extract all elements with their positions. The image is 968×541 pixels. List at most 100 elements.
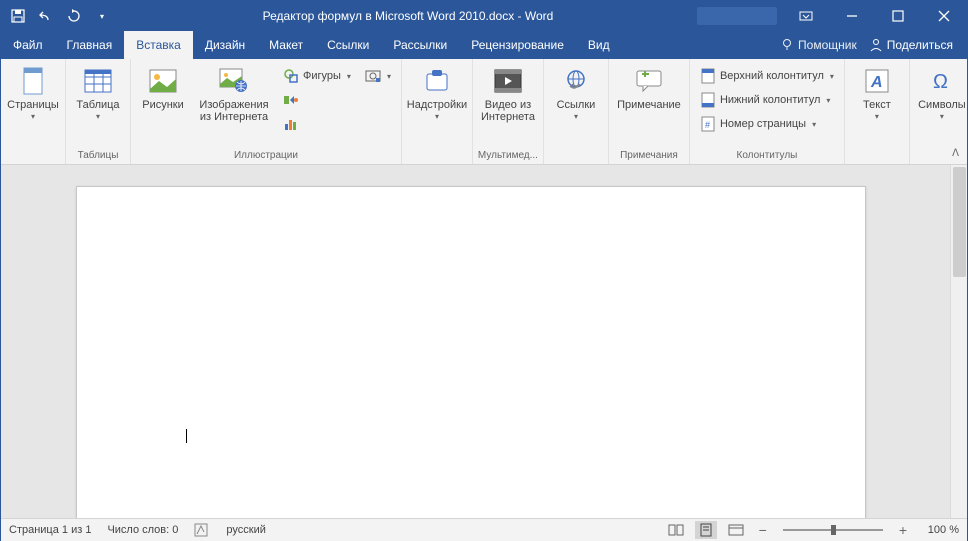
symbol-icon: Ω xyxy=(926,65,958,97)
header-button[interactable]: Верхний колонтитул ▾ xyxy=(696,65,838,87)
redo-icon[interactable] xyxy=(65,7,83,25)
pages-label: Страницы xyxy=(7,99,59,111)
close-icon[interactable] xyxy=(921,1,967,31)
comment-button[interactable]: Примечание xyxy=(613,63,685,113)
zoom-out-button[interactable]: − xyxy=(755,522,771,538)
links-label: Ссылки xyxy=(557,99,596,111)
window-controls xyxy=(783,1,967,31)
tab-review[interactable]: Рецензирование xyxy=(459,31,576,59)
group-addins: Надстройки ▾ xyxy=(402,59,473,164)
maximize-icon[interactable] xyxy=(875,1,921,31)
footer-button[interactable]: Нижний колонтитул ▾ xyxy=(696,89,838,111)
chevron-down-icon: ▾ xyxy=(347,72,351,81)
footer-icon xyxy=(700,92,716,108)
online-video-button[interactable]: Видео изИнтернета xyxy=(477,63,539,125)
group-tables: Таблица ▾ Таблицы xyxy=(66,59,131,164)
share-button[interactable]: Поделиться xyxy=(869,38,953,52)
page-number-icon: # xyxy=(700,116,716,132)
chevron-down-icon: ▾ xyxy=(826,96,830,105)
chevron-down-icon: ▾ xyxy=(435,112,439,121)
tab-references[interactable]: Ссылки xyxy=(315,31,381,59)
footer-label: Нижний колонтитул xyxy=(720,94,820,106)
page-number-button[interactable]: # Номер страницы ▾ xyxy=(696,113,838,135)
zoom-in-button[interactable]: + xyxy=(895,522,911,538)
smartart-button[interactable] xyxy=(279,89,355,111)
document-page[interactable] xyxy=(76,186,866,518)
zoom-slider-thumb[interactable] xyxy=(831,525,836,535)
comment-icon xyxy=(633,65,665,97)
document-area[interactable] xyxy=(1,165,967,518)
tab-file[interactable]: Файл xyxy=(1,31,55,59)
save-icon[interactable] xyxy=(9,7,27,25)
text-button[interactable]: A Текст ▾ xyxy=(849,63,905,123)
person-icon xyxy=(869,38,883,52)
tab-view[interactable]: Вид xyxy=(576,31,622,59)
print-layout-icon[interactable] xyxy=(695,521,717,539)
ribbon-options-icon[interactable] xyxy=(783,1,829,31)
svg-text:#: # xyxy=(705,120,710,130)
tab-insert[interactable]: Вставка xyxy=(124,31,193,59)
chart-button[interactable] xyxy=(279,113,355,135)
web-layout-icon[interactable] xyxy=(725,521,747,539)
links-button[interactable]: Ссылки ▾ xyxy=(548,63,604,123)
shapes-icon xyxy=(283,68,299,84)
tab-layout[interactable]: Макет xyxy=(257,31,315,59)
addins-label: Надстройки xyxy=(407,99,467,111)
screenshot-button[interactable]: ▾ xyxy=(361,65,395,87)
shapes-button[interactable]: Фигуры ▾ xyxy=(279,65,355,87)
group-comments-label: Примечания xyxy=(620,148,678,164)
tell-me-label: Помощник xyxy=(798,38,857,52)
undo-icon[interactable] xyxy=(37,7,55,25)
svg-text:Ω: Ω xyxy=(933,71,948,93)
pictures-button[interactable]: Рисунки xyxy=(135,63,191,113)
qat-customize-icon[interactable]: ▾ xyxy=(93,7,111,25)
chevron-down-icon: ▾ xyxy=(387,72,391,81)
table-icon xyxy=(82,65,114,97)
minimize-icon[interactable] xyxy=(829,1,875,31)
word-count[interactable]: Число слов: 0 xyxy=(107,524,178,536)
lightbulb-icon xyxy=(780,38,794,52)
pages-button[interactable]: Страницы ▾ xyxy=(5,63,61,123)
read-mode-icon[interactable] xyxy=(665,521,687,539)
page-indicator[interactable]: Страница 1 из 1 xyxy=(9,524,91,536)
online-picture-icon xyxy=(218,65,250,97)
page-icon xyxy=(17,65,49,97)
video-label-2: Интернета xyxy=(481,111,535,123)
online-pictures-label-2: из Интернета xyxy=(200,111,268,123)
chevron-down-icon: ▾ xyxy=(31,112,35,121)
video-icon xyxy=(492,65,524,97)
spellcheck-icon[interactable] xyxy=(194,523,210,537)
group-media-label: Мультимед... xyxy=(478,148,538,164)
pictures-label: Рисунки xyxy=(142,99,184,111)
collapse-ribbon-icon[interactable]: ᐱ xyxy=(948,146,963,161)
scrollbar-thumb[interactable] xyxy=(953,167,966,277)
vertical-scrollbar[interactable] xyxy=(950,165,967,518)
addins-button[interactable]: Надстройки ▾ xyxy=(406,63,468,123)
table-label: Таблица xyxy=(76,99,119,111)
group-media: Видео изИнтернета Мультимед... xyxy=(473,59,544,164)
smartart-icon xyxy=(283,92,299,108)
zoom-level[interactable]: 100 % xyxy=(919,524,959,536)
group-links: Ссылки ▾ xyxy=(544,59,609,164)
comment-label: Примечание xyxy=(617,99,681,111)
title-bar: ▾ Редактор формул в Microsoft Word 2010.… xyxy=(1,1,967,31)
chevron-down-icon: ▾ xyxy=(830,72,834,81)
account-placeholder xyxy=(697,7,777,25)
online-pictures-button[interactable]: Изображенияиз Интернета xyxy=(193,63,275,125)
online-pictures-label-1: Изображения xyxy=(199,99,268,111)
group-text: A Текст ▾ xyxy=(845,59,910,164)
tab-design[interactable]: Дизайн xyxy=(193,31,257,59)
screenshot-icon xyxy=(365,68,381,84)
symbols-button[interactable]: Ω Символы ▾ xyxy=(914,63,968,123)
tab-home[interactable]: Главная xyxy=(55,31,125,59)
language-indicator[interactable]: русский xyxy=(226,524,265,536)
addins-icon xyxy=(421,65,453,97)
zoom-slider[interactable] xyxy=(783,529,883,531)
table-button[interactable]: Таблица ▾ xyxy=(70,63,126,123)
link-icon xyxy=(560,65,592,97)
share-label: Поделиться xyxy=(887,38,953,52)
tab-mailings[interactable]: Рассылки xyxy=(381,31,459,59)
text-icon: A xyxy=(861,65,893,97)
tell-me-search[interactable]: Помощник xyxy=(780,38,857,52)
chevron-down-icon: ▾ xyxy=(875,112,879,121)
